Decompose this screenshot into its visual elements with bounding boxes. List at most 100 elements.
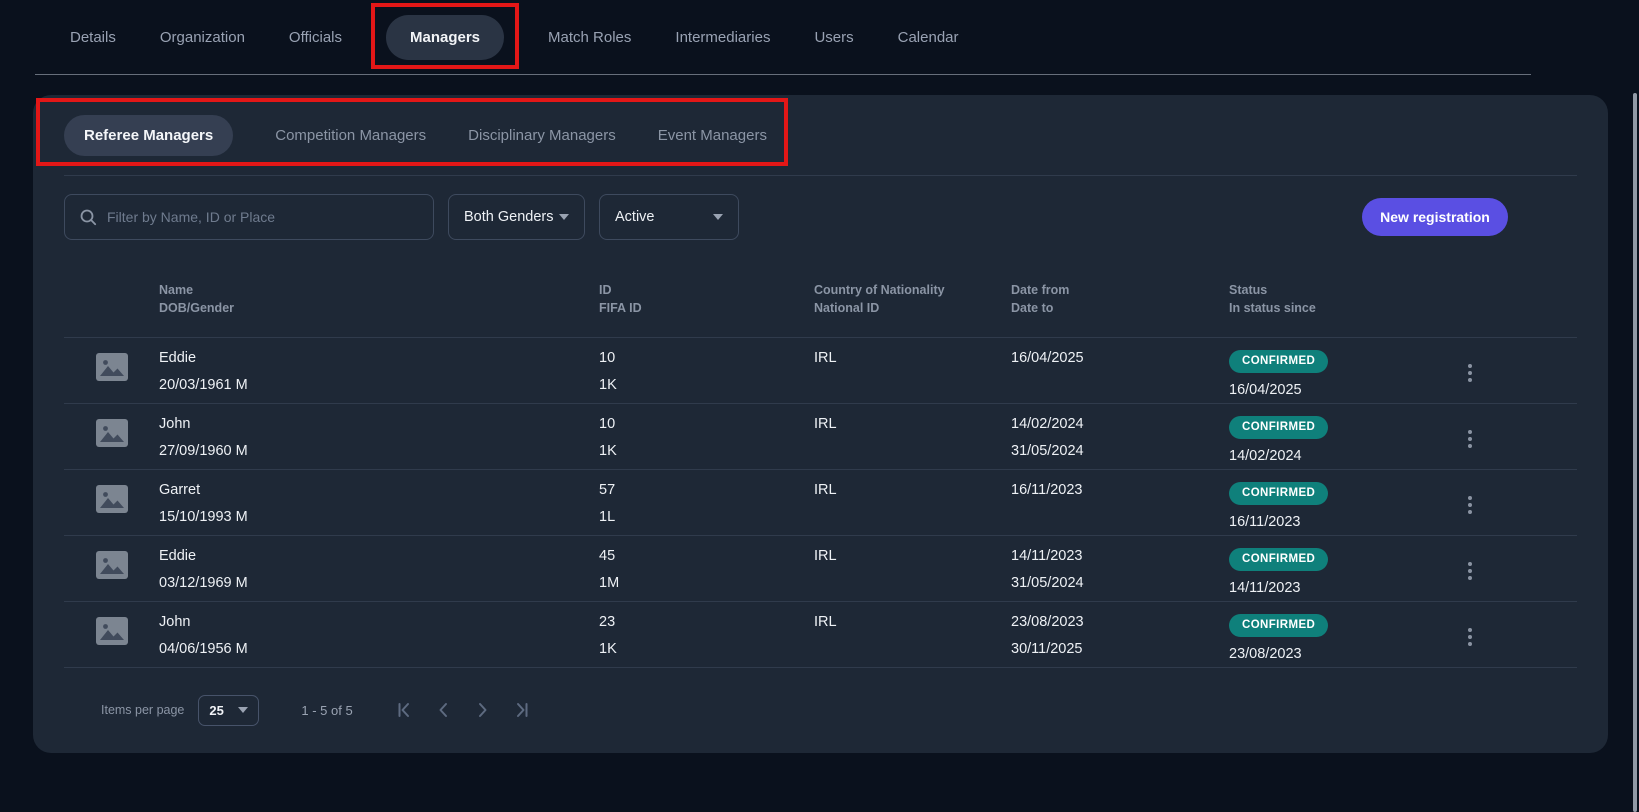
image-placeholder-icon [96, 419, 128, 447]
header-country: Country of Nationality National ID [814, 281, 1011, 317]
table-row[interactable]: John 04/06/1956 M 23 1K IRL 23/08/2023 3… [64, 601, 1577, 667]
cell-dates: 23/08/2023 30/11/2025 [1011, 614, 1229, 657]
table-row[interactable]: Eddie 03/12/1969 M 45 1M IRL 14/11/2023 … [64, 535, 1577, 601]
cell-name: John 27/09/1960 M [159, 416, 599, 459]
table-row[interactable]: Eddie 20/03/1961 M 10 1K IRL 16/04/2025 … [64, 337, 1577, 403]
search-icon [79, 208, 97, 226]
cell-dates: 14/02/2024 31/05/2024 [1011, 416, 1229, 459]
row-menu-kebab-icon[interactable] [1464, 360, 1476, 386]
cell-status: CONFIRMED 16/04/2025 [1229, 350, 1464, 398]
gender-filter-select[interactable]: Both Genders [448, 194, 585, 240]
cell-name: Eddie 20/03/1961 M [159, 350, 599, 393]
cell-dates: 16/04/2025 [1011, 350, 1229, 377]
tab-calendar[interactable]: Calendar [898, 29, 959, 46]
status-badge: CONFIRMED [1229, 548, 1328, 571]
cell-id: 10 1K [599, 350, 814, 393]
cell-id: 10 1K [599, 416, 814, 459]
in-status-since: 14/02/2024 [1229, 448, 1464, 464]
items-per-page-label: Items per page [101, 703, 184, 717]
previous-page-button[interactable] [435, 702, 451, 718]
items-per-page-value: 25 [209, 703, 223, 718]
cell-dates: 14/11/2023 31/05/2024 [1011, 548, 1229, 591]
first-page-icon [395, 702, 411, 718]
row-menu-kebab-icon[interactable] [1464, 624, 1476, 650]
cell-country: IRL [814, 548, 1011, 564]
in-status-since: 23/08/2023 [1229, 646, 1464, 662]
items-per-page-select[interactable]: 25 [198, 695, 259, 726]
status-badge: CONFIRMED [1229, 350, 1328, 373]
image-placeholder-icon [96, 353, 128, 381]
table-row[interactable]: John 27/09/1960 M 10 1K IRL 14/02/2024 3… [64, 403, 1577, 469]
cell-id: 57 1L [599, 482, 814, 525]
avatar [64, 482, 159, 518]
header-id: ID FIFA ID [599, 281, 814, 317]
last-page-button[interactable] [515, 702, 531, 718]
in-status-since: 16/04/2025 [1229, 382, 1464, 398]
tab-organization[interactable]: Organization [160, 29, 245, 46]
status-badge: CONFIRMED [1229, 416, 1328, 439]
cell-actions [1464, 614, 1577, 656]
chevron-left-icon [435, 702, 451, 718]
search-filter-box[interactable] [64, 194, 434, 240]
table-bottom-divider [64, 667, 1577, 668]
cell-name: Garret 15/10/1993 M [159, 482, 599, 525]
header-name: Name DOB/Gender [159, 281, 599, 317]
status-badge: CONFIRMED [1229, 614, 1328, 637]
subtab-competition-managers[interactable]: Competition Managers [275, 127, 426, 144]
subtab-disciplinary-managers[interactable]: Disciplinary Managers [468, 127, 616, 144]
tab-users[interactable]: Users [814, 29, 853, 46]
image-placeholder-icon [96, 617, 128, 645]
row-menu-kebab-icon[interactable] [1464, 492, 1476, 518]
sub-tab-group: Referee Managers Competition Managers Di… [64, 115, 767, 156]
header-status: Status In status since [1229, 281, 1464, 317]
row-menu-kebab-icon[interactable] [1464, 558, 1476, 584]
gender-filter-value: Both Genders [464, 209, 553, 225]
cell-id: 45 1M [599, 548, 814, 591]
new-registration-button[interactable]: New registration [1362, 198, 1508, 236]
cell-country: IRL [814, 350, 1011, 366]
chevron-down-icon [238, 707, 248, 713]
avatar [64, 548, 159, 584]
pagination-bar: Items per page 25 1 - 5 of 5 [64, 682, 1577, 738]
search-input[interactable] [107, 209, 419, 225]
last-page-icon [515, 702, 531, 718]
status-badge: CONFIRMED [1229, 482, 1328, 505]
avatar [64, 614, 159, 650]
chevron-down-icon [559, 214, 569, 220]
subtab-referee-managers[interactable]: Referee Managers [64, 115, 233, 156]
cell-status: CONFIRMED 23/08/2023 [1229, 614, 1464, 662]
cell-actions [1464, 482, 1577, 524]
filter-row: Both Genders Active New registration [64, 194, 1577, 240]
managers-table: Name DOB/Gender ID FIFA ID Country of Na… [64, 240, 1577, 668]
next-page-button[interactable] [475, 702, 491, 718]
cell-status: CONFIRMED 16/11/2023 [1229, 482, 1464, 530]
image-placeholder-icon [96, 485, 128, 513]
table-row[interactable]: Garret 15/10/1993 M 57 1L IRL 16/11/2023… [64, 469, 1577, 535]
status-filter-select[interactable]: Active [599, 194, 739, 240]
tab-officials[interactable]: Officials [289, 29, 342, 46]
first-page-button[interactable] [395, 702, 411, 718]
pager-buttons [395, 702, 531, 718]
top-nav-divider [35, 74, 1531, 75]
vertical-scrollbar[interactable] [1633, 93, 1637, 812]
chevron-down-icon [713, 214, 723, 220]
tab-details[interactable]: Details [70, 29, 116, 46]
cell-status: CONFIRMED 14/11/2023 [1229, 548, 1464, 596]
managers-panel: Referee Managers Competition Managers Di… [33, 95, 1608, 753]
row-menu-kebab-icon[interactable] [1464, 426, 1476, 452]
tab-managers[interactable]: Managers [386, 15, 504, 60]
cell-name: Eddie 03/12/1969 M [159, 548, 599, 591]
subtab-event-managers[interactable]: Event Managers [658, 127, 767, 144]
tab-managers-label: Managers [410, 29, 480, 46]
avatar [64, 416, 159, 452]
sub-tab-bar: Referee Managers Competition Managers Di… [64, 95, 1577, 176]
chevron-right-icon [475, 702, 491, 718]
avatar [64, 350, 159, 386]
tab-intermediaries[interactable]: Intermediaries [675, 29, 770, 46]
tab-match-roles[interactable]: Match Roles [548, 29, 631, 46]
status-filter-value: Active [615, 209, 655, 225]
image-placeholder-icon [96, 551, 128, 579]
in-status-since: 16/11/2023 [1229, 514, 1464, 530]
table-header-row: Name DOB/Gender ID FIFA ID Country of Na… [64, 240, 1577, 337]
cell-actions [1464, 350, 1577, 392]
